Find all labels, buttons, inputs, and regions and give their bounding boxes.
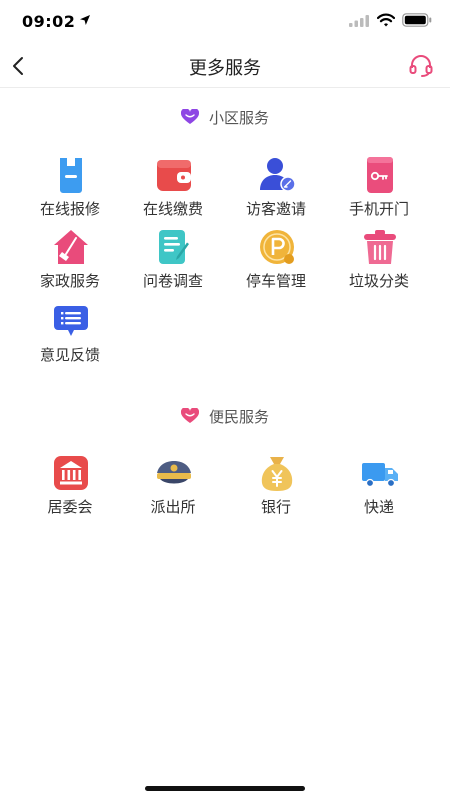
section-header-convenience: 便民服务 (0, 404, 450, 428)
questionnaire-icon (159, 230, 189, 264)
status-time: 09:02 (22, 12, 76, 31)
service-label: 家政服务 (39, 272, 100, 290)
service-item-police[interactable]: 派出所 (127, 454, 219, 522)
committee-building-icon (54, 456, 88, 490)
service-label: 手机开门 (348, 200, 409, 218)
service-label: 派出所 (150, 498, 196, 516)
status-bar: 09:02 (0, 0, 450, 44)
service-label: 快递 (363, 498, 394, 516)
service-item-survey[interactable]: 问卷调查 (127, 228, 219, 296)
section-title: 小区服务 (208, 108, 269, 127)
service-item-payment[interactable]: 在线缴费 (127, 156, 219, 224)
parking-coin-icon (260, 230, 294, 264)
service-label: 访客邀请 (245, 200, 306, 218)
feedback-message-icon (54, 306, 88, 336)
cellular-signal-icon (349, 15, 369, 27)
service-label: 停车管理 (245, 272, 306, 290)
headset-icon[interactable] (408, 53, 434, 79)
wallet-icon (157, 160, 191, 191)
house-broom-icon (54, 230, 88, 264)
service-item-visitor[interactable]: 访客邀请 (230, 156, 322, 224)
service-label: 在线缴费 (142, 200, 203, 218)
service-item-parking[interactable]: 停车管理 (230, 228, 322, 296)
service-label: 在线报修 (39, 200, 100, 218)
police-cap-icon (157, 461, 191, 484)
service-item-committee[interactable]: 居委会 (24, 454, 116, 522)
wifi-icon (377, 13, 395, 27)
section-header-community: 小区服务 (0, 105, 450, 129)
delivery-truck-icon (362, 463, 398, 488)
heart-icon (180, 408, 199, 423)
location-arrow-icon (80, 15, 90, 25)
service-label: 意见反馈 (39, 346, 100, 364)
repair-wrench-icon (60, 158, 82, 193)
service-label: 居委会 (47, 498, 93, 516)
money-bag-icon (261, 457, 293, 491)
battery-icon (402, 13, 432, 27)
nav-bar: 更多服务 (0, 44, 450, 88)
service-label: 垃圾分类 (348, 272, 409, 290)
service-item-housekeeping[interactable]: 家政服务 (24, 228, 116, 296)
service-item-feedback[interactable]: 意见反馈 (24, 302, 116, 370)
service-label: 问卷调查 (142, 272, 203, 290)
phone-key-icon (367, 157, 393, 193)
service-item-bank[interactable]: 银行 (230, 454, 322, 522)
section-title: 便民服务 (208, 407, 269, 426)
visitor-user-icon (260, 158, 296, 192)
service-label: 银行 (260, 498, 291, 516)
service-item-repair[interactable]: 在线报修 (24, 156, 116, 224)
service-item-phone-door[interactable]: 手机开门 (333, 156, 425, 224)
service-item-express[interactable]: 快递 (333, 454, 425, 522)
page-title: 更多服务 (189, 58, 261, 79)
service-item-garbage[interactable]: 垃圾分类 (333, 228, 425, 296)
trash-bin-icon (364, 230, 396, 264)
home-indicator (145, 786, 305, 791)
heart-icon (180, 109, 199, 124)
